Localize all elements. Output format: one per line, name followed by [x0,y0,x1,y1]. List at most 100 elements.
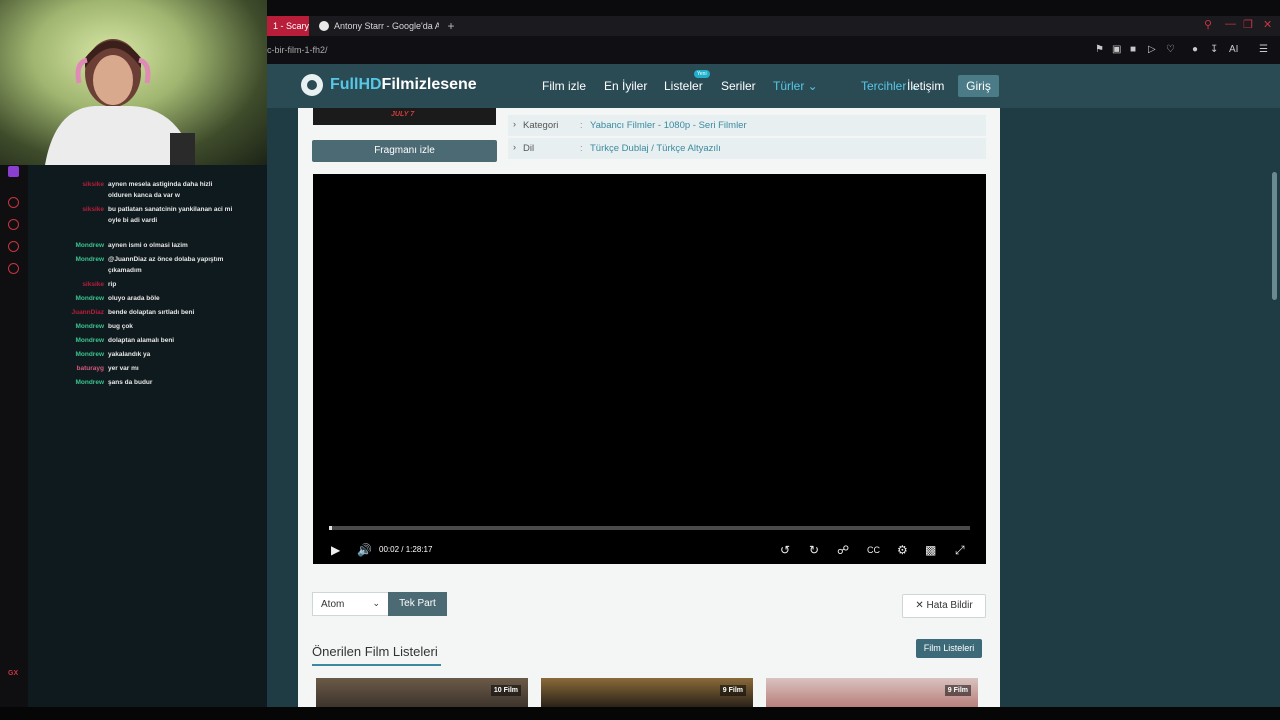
player-icon[interactable] [8,197,19,208]
chat-text: bende dolaptan sırtladı beni [108,309,195,316]
shield-icon[interactable]: ■ [1130,44,1136,55]
chat-text: şans da budur [108,379,153,386]
history-icon[interactable] [8,219,19,230]
chat-text: bug çok [108,323,133,330]
chat-username[interactable]: JuannDiaz [58,307,104,318]
film-count-badge: 9 Film [944,685,971,696]
info-value[interactable]: Yabancı Filmler - 1080p - Seri Filmler [590,120,747,131]
settings-icon[interactable] [8,263,19,274]
chat-panel: siksike aynen mesela astiginda daha hizl… [28,165,298,707]
chat-username[interactable]: Mondrew [58,349,104,360]
webcam-overlay [0,0,267,165]
chat-text: rip [108,281,117,288]
play-icon[interactable]: ▶ [331,543,340,557]
chat-username[interactable]: siksike [58,204,104,215]
main-content: JULY 7 Fragmanı izle › Kategori : Yabanc… [298,108,1000,707]
film-reel-icon[interactable] [301,74,323,96]
bookmark-icon[interactable]: ⚑ [1095,44,1104,55]
captions-icon[interactable]: CC [867,545,880,555]
nav-iletisim[interactable]: İletişim [907,79,944,93]
movie-poster[interactable]: JULY 7 [313,108,496,125]
volume-icon[interactable]: 🔊 [357,543,372,557]
new-tab-button[interactable]: + [441,16,461,36]
close-icon: ✕ [915,600,924,611]
chat-username[interactable]: Mondrew [58,335,104,346]
restore-icon[interactable]: ❐ [1243,18,1253,31]
progress-fill [329,526,332,530]
google-icon [319,21,329,31]
scrollbar-thumb[interactable] [1272,172,1277,300]
report-error-button[interactable]: ✕ Hata Bildir [902,594,986,618]
chat-username[interactable]: Mondrew [58,254,104,265]
chat-username[interactable]: siksike [58,279,104,290]
nav-seriler[interactable]: Seriler [721,79,756,93]
chevron-right-icon: › [513,142,516,152]
rewind-10-icon[interactable]: ↺ [780,543,790,557]
messenger-icon[interactable] [8,241,19,252]
chat-text: yakalandık ya [108,351,151,358]
info-value[interactable]: Türkçe Dublaj / Türkçe Altyazılı [590,143,721,154]
tab-label: Antony Starr - Google'da A [334,21,439,31]
chat-username[interactable]: Mondrew [58,293,104,304]
list-card[interactable]: 10 Film [316,678,528,707]
gx-label: GX [8,670,19,677]
info-row-language: › Dil : Türkçe Dublaj / Türkçe Altyazılı [508,138,986,159]
site-navbar: FullHDFilmizlesene Film izle En İyiler L… [267,64,1280,108]
source-select[interactable]: Atom ⌄ [312,592,389,616]
nav-listeler[interactable]: Listeler [664,79,703,93]
info-separator: : [580,143,583,153]
profile-icon[interactable]: ● [1192,44,1198,55]
film-lists-button[interactable]: Film Listeleri [916,639,982,658]
close-icon[interactable]: ✕ [1263,18,1272,31]
single-part-button[interactable]: Tek Part [388,592,447,616]
progress-bar[interactable] [329,526,970,530]
menu-icon[interactable]: ☰ [1259,44,1268,55]
info-key: Kategori [523,120,559,131]
sidebar-rail [0,165,28,720]
video-player[interactable]: ▶ 🔊 00:02 / 1:28:17 ↺ ↻ ☍ CC ⚙ ▩ ⤢ [313,174,986,564]
streamer-image [45,39,195,165]
tab-scary[interactable]: 1 - Scary [267,16,309,36]
download-icon[interactable]: ↧ [1210,44,1218,55]
website: FullHDFilmizlesene Film izle En İyiler L… [267,64,1280,707]
audio-track-icon[interactable]: ☍ [837,543,849,557]
nav-en-iyiler[interactable]: En İyiler [604,79,647,93]
screenshot-icon[interactable]: ▣ [1112,44,1121,55]
settings-gear-icon[interactable]: ⚙ [897,543,908,557]
film-count-badge: 10 Film [490,685,521,696]
chat-username[interactable]: siksike [58,179,104,190]
chat-username[interactable]: baturayg [58,363,104,374]
chat-username[interactable]: Mondrew [58,321,104,332]
ai-label[interactable]: AI [1229,44,1238,55]
heart-icon[interactable]: ♡ [1166,44,1175,55]
chat-text: @JuannDiaz az önce dolaba yapıştım çıkam… [108,256,224,274]
section-underline [312,664,441,666]
info-separator: : [580,120,583,130]
nav-turler[interactable]: Türler ⌄ [773,79,818,93]
list-card[interactable]: 9 Film [766,678,978,707]
play-icon[interactable]: ▷ [1148,44,1156,55]
minimize-icon[interactable]: — [1225,18,1236,30]
fullscreen-icon[interactable]: ⤢ [955,543,965,558]
info-key: Dil [523,143,535,154]
nav-film-izle[interactable]: Film izle [542,79,586,93]
list-card[interactable]: 9 Film [541,678,753,707]
chat-username[interactable]: Mondrew [58,377,104,388]
picture-in-picture-icon[interactable]: ▩ [925,543,936,557]
login-button[interactable]: Giriş [958,75,999,97]
chat-username[interactable]: Mondrew [58,240,104,251]
chat-text: dolaptan alamalı beni [108,337,175,344]
trailer-button[interactable]: Fragmanı izle [312,140,497,162]
tab-antony-starr[interactable]: Antony Starr - Google'da A [313,16,439,36]
film-count-badge: 9 Film [719,685,746,696]
twitch-icon[interactable] [8,166,19,177]
chat-text: yer var mı [108,365,139,372]
chat-text: aynen mesela astiginda daha hizli oldure… [108,181,213,199]
forward-10-icon[interactable]: ↻ [809,543,819,557]
chat-text: aynen ismi o olmasi lazim [108,242,188,249]
address-bar: c-bir-film-1-fh2/ ⚑ ▣ ■ ▷ ♡ ● ↧ AI ☰ [267,36,1280,64]
url-field[interactable]: c-bir-film-1-fh2/ [267,36,328,64]
chevron-down-icon: ⌄ [804,79,818,93]
search-icon[interactable]: ⚲ [1204,18,1212,31]
site-logo[interactable]: FullHDFilmizlesene [330,76,477,94]
